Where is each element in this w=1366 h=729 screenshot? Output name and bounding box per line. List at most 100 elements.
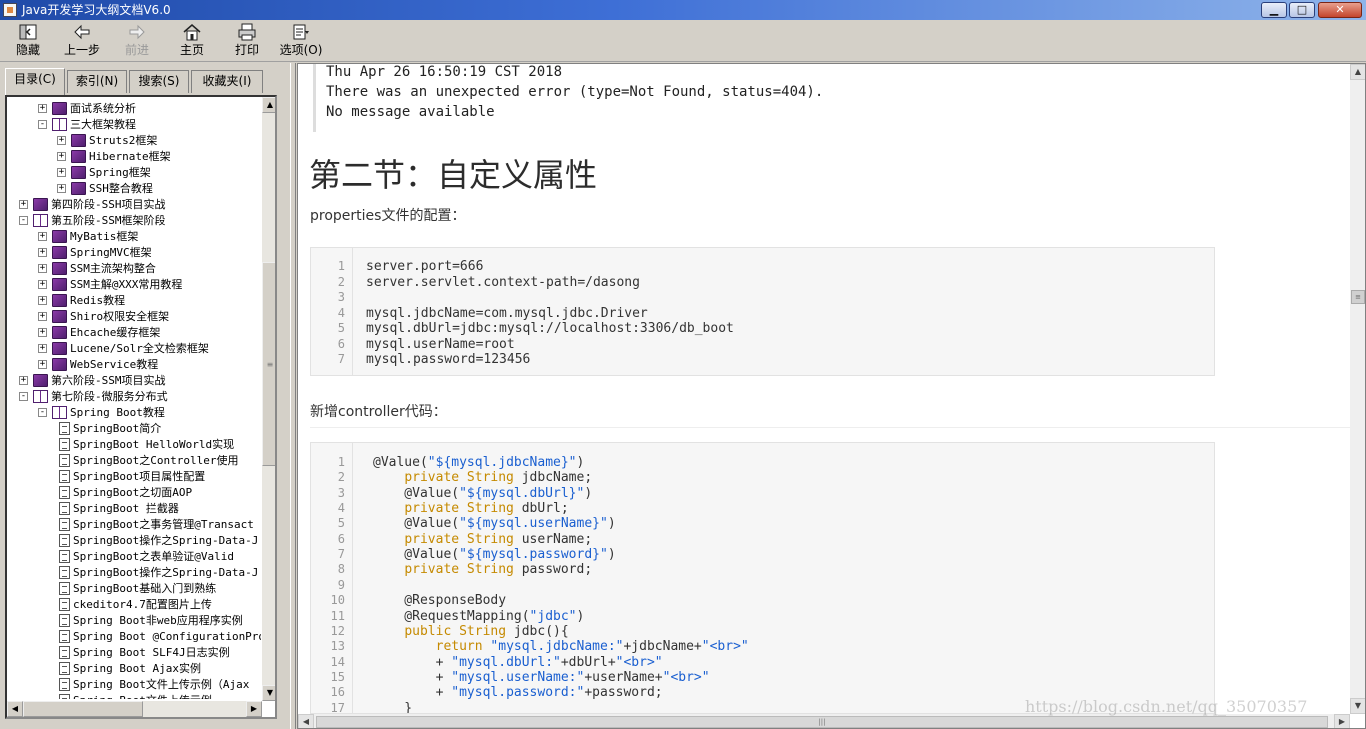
forward-label: 前进	[124, 43, 149, 57]
tree-item[interactable]: SpringBoot基础入门到熟练	[7, 581, 261, 597]
tree-item[interactable]: + Ehcache缓存框架	[7, 325, 261, 341]
tree-item[interactable]: SpringBoot之切面AOP	[7, 485, 261, 501]
forward-button[interactable]: 前进	[112, 23, 162, 61]
tree-item[interactable]: SpringBoot操作之Spring-Data-J	[7, 565, 261, 581]
tree-item-label: SpringBoot之切面AOP	[73, 486, 193, 499]
tab-search[interactable]: 搜索(S)	[129, 70, 189, 93]
scroll-up-icon[interactable]: ▲	[1350, 64, 1365, 80]
tree-item[interactable]: - 第七阶段-微服务分布式	[7, 389, 261, 405]
tree-item[interactable]: SpringBoot简介	[7, 421, 261, 437]
collapse-icon[interactable]: -	[19, 216, 28, 225]
code-text: private String jdbcName;	[373, 470, 592, 485]
pane-splitter[interactable]	[290, 63, 296, 729]
tree-item-label: Spring Boot教程	[70, 406, 165, 419]
scroll-down-icon[interactable]: ▼	[262, 685, 275, 701]
expand-icon[interactable]: +	[38, 280, 47, 289]
tree-item[interactable]: Spring Boot非web应用程序实例	[7, 613, 261, 629]
tree-item[interactable]: Spring Boot @ConfigurationPro	[7, 629, 261, 645]
hide-button[interactable]: 隐藏	[3, 23, 53, 61]
tree-item[interactable]: SpringBoot之表单验证@Valid	[7, 549, 261, 565]
tree-item[interactable]: SpringBoot 拦截器	[7, 501, 261, 517]
tree-scroll-thumb[interactable]: ≡	[262, 262, 275, 466]
tree-item[interactable]: + Shiro权限安全框架	[7, 309, 261, 325]
tree-item[interactable]: + Redis教程	[7, 293, 261, 309]
tree-item[interactable]: Spring Boot文件上传示例	[7, 693, 261, 699]
home-button[interactable]: 主页	[167, 23, 217, 61]
tree-hscroll-thumb[interactable]	[23, 701, 143, 717]
scroll-right-icon[interactable]: ▶	[1334, 714, 1350, 728]
tree-item-label: Ehcache缓存框架	[70, 326, 161, 339]
tree-item[interactable]: Spring Boot SLF4J日志实例	[7, 645, 261, 661]
scroll-up-icon[interactable]: ▲	[262, 97, 275, 113]
tree-item[interactable]: + WebService教程	[7, 357, 261, 373]
tree-item[interactable]: Spring Boot Ajax实例	[7, 661, 261, 677]
expand-icon[interactable]: +	[38, 360, 47, 369]
expand-icon[interactable]: +	[38, 296, 47, 305]
tree-item[interactable]: + SSM主解@XXX常用教程	[7, 277, 261, 293]
collapse-icon[interactable]: -	[38, 408, 47, 417]
content-horizontal-scrollbar[interactable]: ◀ ||| ▶	[298, 714, 1350, 728]
print-button[interactable]: 打印	[222, 23, 272, 61]
tree-item[interactable]: Spring Boot文件上传示例（Ajax	[7, 677, 261, 693]
content-scroll-thumb[interactable]: ≡	[1351, 290, 1365, 304]
options-button[interactable]: 选项(O)	[276, 23, 326, 61]
app-icon[interactable]	[3, 3, 17, 17]
tree-item[interactable]: + SpringMVC框架	[7, 245, 261, 261]
tree-item[interactable]: + SSH整合教程	[7, 181, 261, 197]
tree-item[interactable]: SpringBoot之Controller使用	[7, 453, 261, 469]
minimize-button[interactable]: ▁	[1261, 2, 1287, 18]
expand-icon[interactable]: +	[57, 136, 66, 145]
tree-item[interactable]: - Spring Boot教程	[7, 405, 261, 421]
tree-item[interactable]: + SSM主流架构整合	[7, 261, 261, 277]
collapse-icon[interactable]: -	[38, 120, 47, 129]
expand-icon[interactable]: +	[38, 248, 47, 257]
expand-icon[interactable]: +	[38, 312, 47, 321]
tree-item[interactable]: - 第五阶段-SSM框架阶段	[7, 213, 261, 229]
tree-item[interactable]: SpringBoot操作之Spring-Data-J	[7, 533, 261, 549]
expand-icon[interactable]: +	[19, 200, 28, 209]
tree-item-label: 第七阶段-微服务分布式	[51, 390, 168, 403]
line-number: 13	[330, 639, 345, 654]
scroll-left-icon[interactable]: ◀	[7, 701, 23, 717]
expand-icon[interactable]: +	[57, 184, 66, 193]
tree-item-label: SpringBoot基础入门到熟练	[73, 582, 217, 595]
maximize-button[interactable]: □	[1289, 2, 1315, 18]
content-vertical-scrollbar[interactable]: ▲ ≡ ▼	[1350, 64, 1365, 714]
expand-icon[interactable]: +	[38, 104, 47, 113]
tree-item[interactable]: + Hibernate框架	[7, 149, 261, 165]
tree-item[interactable]: + Struts2框架	[7, 133, 261, 149]
expand-icon[interactable]: +	[57, 168, 66, 177]
tree-item[interactable]: SpringBoot之事务管理@Transact	[7, 517, 261, 533]
expand-icon[interactable]: +	[38, 264, 47, 273]
tree-item[interactable]: SpringBoot项目属性配置	[7, 469, 261, 485]
tree-vertical-scrollbar[interactable]: ▲ ≡ ▼	[262, 97, 275, 701]
expand-icon[interactable]: +	[38, 328, 47, 337]
tree-item[interactable]: SpringBoot HelloWorld实现	[7, 437, 261, 453]
collapse-icon[interactable]: -	[19, 392, 28, 401]
scroll-left-icon[interactable]: ◀	[298, 714, 314, 728]
tree-item[interactable]: + Lucene/Solr全文检索框架	[7, 341, 261, 357]
tab-index[interactable]: 索引(N)	[67, 70, 127, 93]
back-button[interactable]: 上一步	[57, 23, 107, 61]
tab-favorites[interactable]: 收藏夹(I)	[191, 70, 263, 93]
tree-item[interactable]: + MyBatis框架	[7, 229, 261, 245]
line-number: 14	[330, 654, 345, 669]
expand-icon[interactable]: +	[38, 344, 47, 353]
scroll-right-icon[interactable]: ▶	[246, 701, 262, 717]
expand-icon[interactable]: +	[38, 232, 47, 241]
tree-horizontal-scrollbar[interactable]: ◀ ▶	[7, 701, 262, 717]
paragraph-controller: 新增controller代码：	[310, 401, 1350, 428]
tree-item[interactable]: + 第四阶段-SSH项目实战	[7, 197, 261, 213]
content-hscroll-thumb[interactable]: |||	[316, 716, 1328, 728]
tree-item[interactable]: + 面试系统分析	[7, 101, 261, 117]
tree-item[interactable]: + 第六阶段-SSM项目实战	[7, 373, 261, 389]
code-keyword: private String	[404, 562, 514, 578]
expand-icon[interactable]: +	[57, 152, 66, 161]
tree-item[interactable]: ckeditor4.7配置图片上传	[7, 597, 261, 613]
tree-item[interactable]: + Spring框架	[7, 165, 261, 181]
close-button[interactable]: ✕	[1318, 2, 1362, 18]
scroll-down-icon[interactable]: ▼	[1350, 698, 1365, 714]
tree-item[interactable]: - 三大框架教程	[7, 117, 261, 133]
tab-contents[interactable]: 目录(C)	[5, 68, 65, 95]
expand-icon[interactable]: +	[19, 376, 28, 385]
